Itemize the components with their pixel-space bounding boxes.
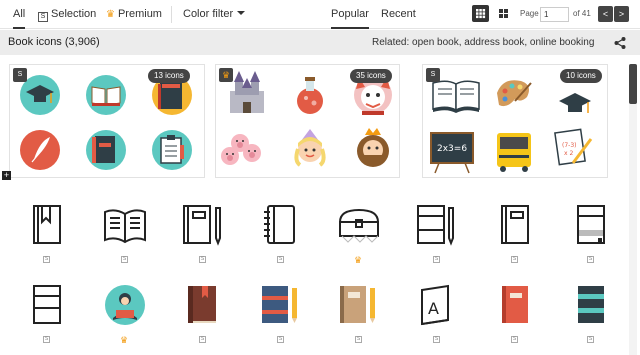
free-badge-icon: S (433, 336, 440, 343)
book-letter-a-icon[interactable]: A (412, 280, 462, 330)
selection-badge-icon: S (38, 12, 48, 22)
scrollbar-thumb[interactable] (629, 64, 637, 104)
teal-notebook-icon[interactable] (566, 280, 616, 330)
scrollbar-track[interactable] (629, 64, 637, 355)
red-notebook-icon[interactable] (490, 280, 540, 330)
notebook-icon[interactable] (566, 200, 616, 250)
page-label: Page (520, 9, 539, 18)
related-links[interactable]: Related: open book, address book, online… (372, 30, 594, 55)
free-badge-icon: S (511, 336, 518, 343)
collection-card[interactable]: ♛ 35 icons (215, 64, 400, 178)
tab-premium[interactable]: ♛ Premium (106, 0, 162, 29)
page-total: of 41 (573, 9, 591, 18)
filter-bar: All S Selection ♛ Premium Color filter Pop… (0, 0, 640, 29)
free-badge-icon: S (587, 336, 594, 343)
prev-page-button[interactable]: < (598, 6, 613, 22)
tab-selection[interactable]: S Selection (38, 0, 96, 29)
divider (171, 6, 172, 23)
info-bar: Book icons (3,906) Related: open book, a… (0, 30, 640, 55)
treasure-chest-icon[interactable] (334, 200, 384, 250)
next-page-button[interactable]: > (614, 6, 629, 22)
free-badge-icon: S (433, 256, 440, 263)
icon-count-badge: 10 icons (560, 69, 602, 83)
crown-icon: ♛ (120, 335, 129, 345)
open-book-icon[interactable] (100, 200, 150, 250)
icon-count-badge: 35 icons (350, 69, 392, 83)
notebook-icon[interactable] (490, 200, 540, 250)
free-badge-icon: S (199, 336, 206, 343)
tab-recent[interactable]: Recent (381, 0, 416, 29)
notebook-pencil-icon[interactable] (412, 200, 462, 250)
collection-card[interactable]: 2x3=6 (7-3) x 2 S 10 icons (422, 64, 608, 178)
grid-large-icon (499, 9, 508, 18)
closed-book-bookmark-icon[interactable] (22, 200, 72, 250)
free-badge-icon: S (277, 336, 284, 343)
free-badge-icon: S (587, 256, 594, 263)
crown-icon: ♛ (221, 70, 231, 80)
color-filter-dropdown[interactable]: Color filter (183, 0, 246, 29)
free-badge-icon: S (199, 256, 206, 263)
notebook-icon[interactable] (22, 280, 72, 330)
grid-small-view-button[interactable] (472, 5, 489, 22)
free-badge-icon: S (43, 336, 50, 343)
page-title: Book icons (3,906) (8, 36, 100, 48)
notebook-pencil-icon[interactable] (178, 200, 228, 250)
student-reading-icon[interactable] (100, 280, 150, 330)
free-badge-icon: S (511, 256, 518, 263)
chalkboard-text: 2x3=6 (437, 144, 467, 154)
beige-notebook-pencil-icon[interactable] (334, 280, 384, 330)
free-badge-icon: S (277, 256, 284, 263)
svg-text:(7-3): (7-3) (562, 142, 576, 149)
collection-card[interactable]: S 13 icons (9, 64, 205, 178)
caret-down-icon (237, 11, 246, 15)
share-icon[interactable] (613, 36, 627, 50)
blue-notebook-pencil-icon[interactable] (256, 280, 306, 330)
free-badge-icon: S (355, 336, 362, 343)
page-input[interactable] (540, 7, 569, 22)
free-badge-icon: S (426, 68, 440, 82)
grid-small-icon (476, 9, 486, 19)
grid-large-view-button[interactable] (495, 5, 512, 22)
expand-plus-button[interactable]: + (2, 171, 11, 180)
free-badge-icon: S (13, 68, 27, 82)
letter-a-text: A (428, 299, 439, 318)
crown-icon: ♛ (354, 255, 363, 265)
brown-book-bookmark-icon[interactable] (178, 280, 228, 330)
tab-popular[interactable]: Popular (331, 0, 369, 29)
premium-badge: ♛ (219, 68, 233, 82)
spiral-notebook-icon[interactable] (256, 200, 306, 250)
icon-count-badge: 13 icons (148, 69, 190, 83)
tab-all[interactable]: All (13, 0, 26, 29)
free-badge-icon: S (121, 256, 128, 263)
svg-text:x 2: x 2 (564, 150, 573, 157)
crown-icon: ♛ (106, 9, 115, 20)
free-badge-icon: S (43, 256, 50, 263)
